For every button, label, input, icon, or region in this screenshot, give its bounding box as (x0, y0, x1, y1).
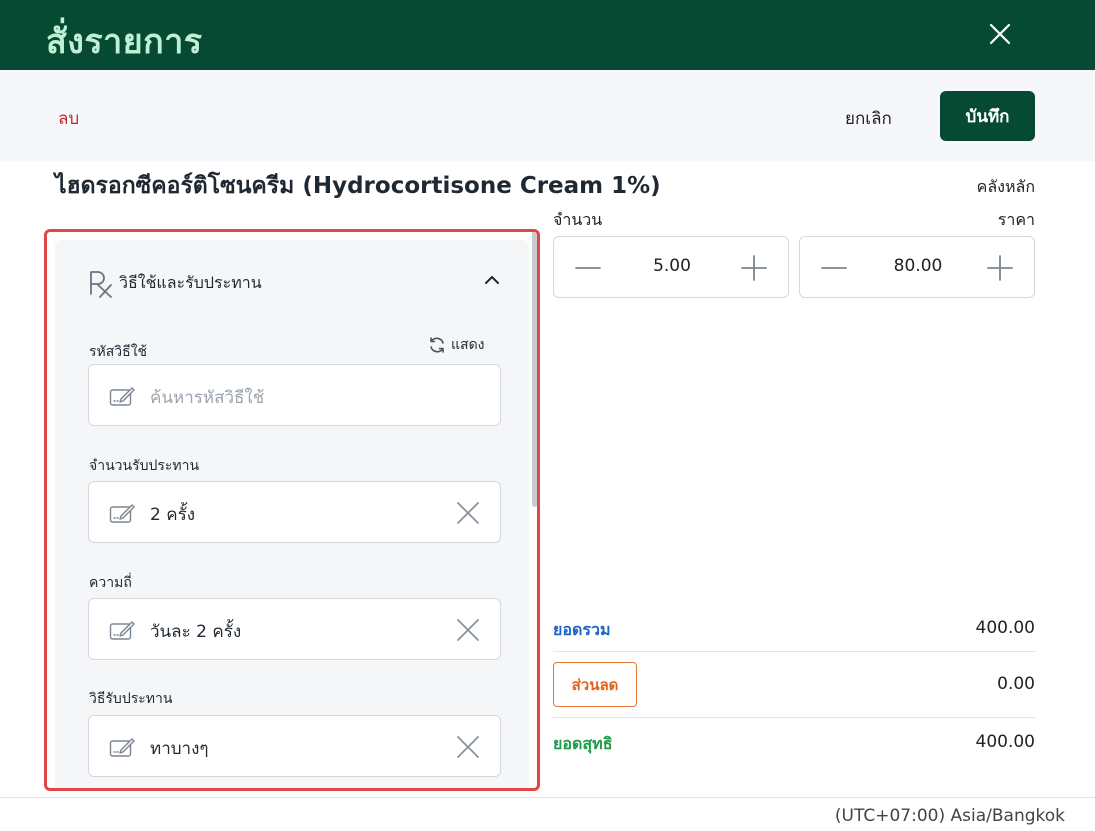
show-label: แสดง (451, 337, 485, 353)
modal-title: สั่งรายการ (46, 22, 203, 62)
close-icon[interactable] (986, 20, 1014, 48)
rx-icon (90, 271, 112, 298)
product-name: ไฮดรอกซีคอร์ติโซนครีม (Hydrocortisone Cr… (55, 173, 661, 199)
footer-divider (0, 797, 1095, 798)
method-value: ทาบางๆ (150, 739, 209, 759)
frequency-field[interactable]: วันละ 2 ครั้ง (88, 598, 501, 660)
panel-scrollbar[interactable] (532, 232, 537, 507)
usage-section-header[interactable]: วิธีใช้และรับประทาน (87, 268, 262, 298)
frequency-value: วันละ 2 ครั้ง (150, 622, 242, 642)
timezone-label: (UTC+07:00) Asia/Bangkok (834, 806, 1065, 826)
cancel-button[interactable]: ยกเลิก (845, 105, 892, 132)
edit-note-icon (109, 621, 135, 640)
delete-button[interactable]: ลบ (58, 105, 79, 132)
total-label: ยอดรวม (553, 620, 611, 639)
price-label: ราคา (997, 210, 1035, 229)
usage-code-label: รหัสวิธีใช้ (89, 344, 148, 360)
amount-value: 2 ครั้ง (150, 505, 196, 525)
total-value: 400.00 (975, 618, 1035, 638)
clear-icon[interactable] (456, 618, 480, 642)
save-button[interactable]: บันทึก (940, 91, 1035, 141)
usage-panel: วิธีใช้และรับประทาน รหัสวิธีใช้ แสดง ค้น… (55, 240, 529, 788)
clear-icon[interactable] (456, 735, 480, 759)
action-toolbar: ลบ ยกเลิก บันทึก (0, 70, 1095, 161)
plus-icon[interactable] (740, 254, 768, 282)
edit-note-icon (109, 504, 135, 523)
plus-icon[interactable] (986, 254, 1014, 282)
discount-value: 0.00 (997, 674, 1035, 694)
usage-code-placeholder: ค้นหารหัสวิธีใช้ (150, 388, 265, 408)
quantity-label: จำนวน (553, 210, 603, 229)
discount-button[interactable]: ส่วนลด (553, 662, 637, 707)
amount-label: จำนวนรับประทาน (89, 458, 200, 474)
usage-panel-highlight: วิธีใช้และรับประทาน รหัสวิธีใช้ แสดง ค้น… (44, 229, 540, 791)
price-stepper[interactable]: 80.00 (799, 236, 1035, 298)
frequency-label: ความถี่ (89, 575, 132, 591)
usage-section-title: วิธีใช้และรับประทาน (119, 272, 262, 292)
minus-icon[interactable] (820, 257, 848, 279)
minus-icon[interactable] (574, 257, 602, 279)
quantity-value[interactable]: 5.00 (614, 256, 730, 276)
method-field[interactable]: ทาบางๆ (88, 715, 501, 777)
amount-field[interactable]: 2 ครั้ง (88, 481, 501, 543)
usage-code-search-input[interactable]: ค้นหารหัสวิธีใช้ (88, 364, 501, 426)
refresh-icon (430, 337, 444, 353)
quantity-stepper[interactable]: 5.00 (553, 236, 789, 298)
chevron-up-icon[interactable] (482, 270, 502, 290)
warehouse-label: คลังหลัก (976, 177, 1035, 196)
method-label: วิธีรับประทาน (89, 691, 173, 707)
price-value[interactable]: 80.00 (860, 256, 976, 276)
net-value: 400.00 (975, 732, 1035, 752)
clear-icon[interactable] (456, 501, 480, 525)
edit-note-icon (109, 387, 135, 406)
edit-note-icon (109, 738, 135, 757)
show-button[interactable]: แสดง (428, 334, 485, 356)
divider (553, 651, 1035, 652)
modal-header: สั่งรายการ (0, 0, 1095, 70)
net-label: ยอดสุทธิ (553, 734, 613, 753)
divider (553, 717, 1035, 718)
